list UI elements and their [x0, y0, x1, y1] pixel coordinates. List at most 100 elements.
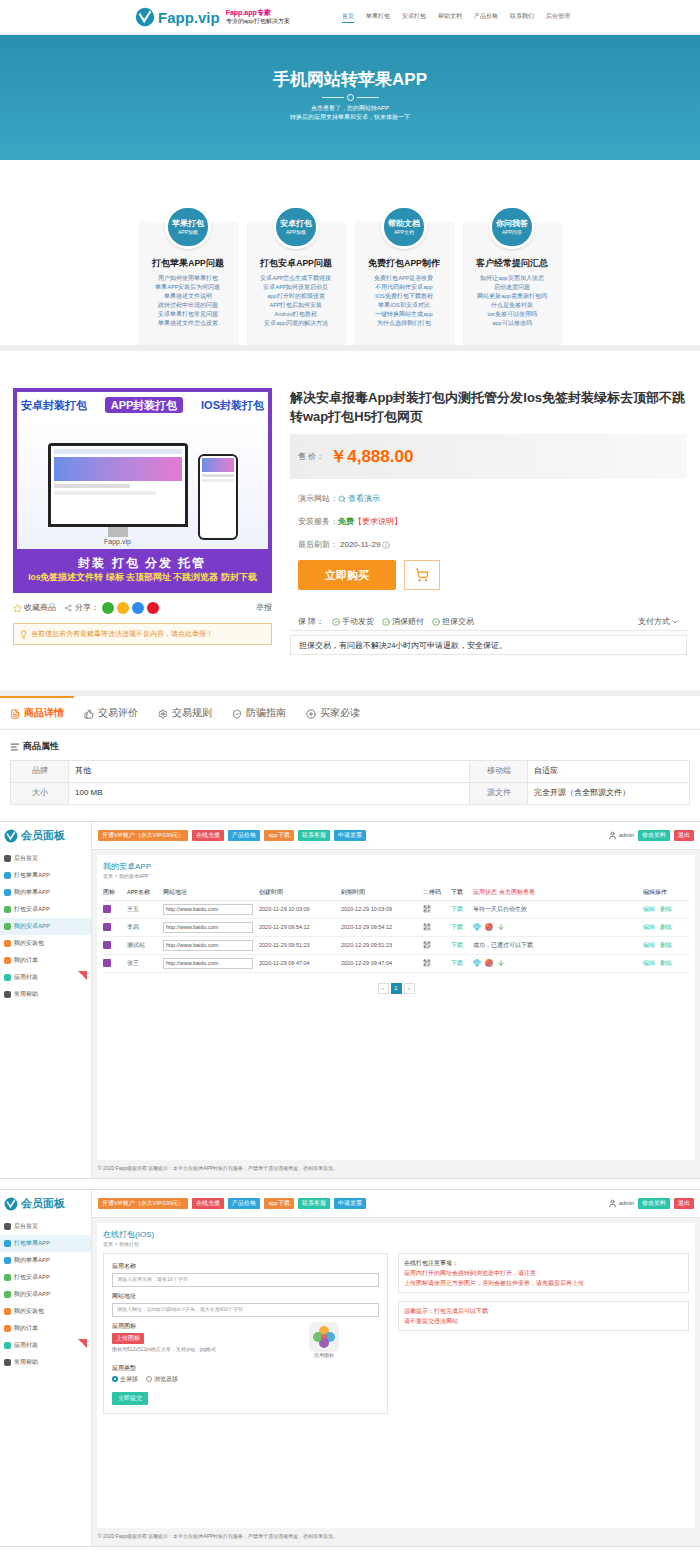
user-button[interactable]: 退出 — [674, 1198, 694, 1209]
diamond-icon[interactable] — [473, 959, 481, 967]
detail-tab[interactable]: 买家必读 — [296, 696, 370, 729]
warning-bar[interactable]: 当前信息若含有黄赌毒等违法违规不良内容，请点此举报！ — [13, 623, 272, 645]
help-link[interactable]: app可以修改吗 — [492, 319, 531, 328]
top-button[interactable]: 开通VIP账户（永久VIP/199元） — [98, 830, 188, 841]
detail-tab[interactable]: 防骗指南 — [222, 696, 296, 729]
top-button[interactable]: 开通VIP账户（永久VIP/199元） — [98, 1198, 188, 1209]
top-button[interactable]: 申请发票 — [334, 830, 366, 841]
type-radio[interactable]: 浏览器版 — [146, 1375, 178, 1383]
top-button[interactable]: 联系客服 — [298, 830, 330, 841]
sidebar-item[interactable]: 我的安装包 — [0, 935, 91, 952]
help-link[interactable]: IOS免费打包下载教程 — [375, 292, 432, 301]
sidebar-item[interactable]: 应用封装 — [0, 969, 91, 986]
row-actions[interactable]: 编辑 · 删除 — [643, 905, 689, 913]
url-field[interactable]: http://www.baidu.com — [163, 958, 253, 969]
sidebar-item[interactable]: 后台首页 — [0, 850, 91, 867]
buy-button[interactable]: 立即购买 — [298, 560, 396, 590]
download-link[interactable]: 下载 — [451, 959, 473, 967]
help-link[interactable]: 安卓苹果打包常见问题 — [158, 310, 218, 319]
download-arrow-icon[interactable] — [497, 959, 505, 967]
user-info[interactable]: admin — [608, 1199, 634, 1208]
row-actions[interactable]: 编辑 · 删除 — [643, 959, 689, 967]
url-field[interactable]: http://www.baidu.com — [163, 904, 253, 915]
top-button[interactable]: 联系客服 — [298, 1198, 330, 1209]
top-button[interactable]: 产品价格 — [228, 830, 260, 841]
upload-button[interactable]: 上传图标 — [112, 1333, 144, 1344]
report-link[interactable]: 举报 — [256, 602, 272, 614]
nav-item[interactable]: 产品价格 — [474, 12, 498, 22]
user-button[interactable]: 修改资料 — [638, 830, 670, 841]
nav-item[interactable]: 首页 — [342, 12, 354, 23]
help-link[interactable]: 跳转过程中出现的问题 — [158, 301, 218, 310]
help-badge[interactable]: 你问我答APP问答 — [489, 205, 535, 249]
nav-item[interactable]: 后台管理 — [546, 12, 570, 22]
sidebar-item[interactable]: 我的安装包 — [0, 1303, 91, 1320]
sidebar-item[interactable]: 常用帮助 — [0, 986, 91, 1003]
help-link[interactable]: 安卓APP怎么生成下载链接 — [260, 274, 331, 283]
sidebar-item[interactable]: 我的安卓APP — [0, 918, 91, 935]
share-channel-icon[interactable] — [147, 602, 159, 614]
sidebar-item[interactable]: 应用封装 — [0, 1337, 91, 1354]
help-link[interactable]: 免费打包APP是否收费 — [374, 274, 433, 283]
logo[interactable]: Fapp.vipFapp.app专家专业的app打包解决方案 — [135, 7, 290, 27]
page-button[interactable]: 1 — [391, 983, 402, 994]
sidebar-item[interactable]: 打包苹果APP — [0, 1235, 91, 1252]
help-link[interactable]: 为什么选择我们打包 — [377, 319, 431, 328]
help-link[interactable]: 一键转换网站生成app — [375, 310, 432, 319]
nav-item[interactable]: 帮助文档 — [438, 12, 462, 22]
help-link[interactable]: 不用代码制作安卓app — [375, 283, 432, 292]
user-button[interactable]: 退出 — [674, 830, 694, 841]
sidebar-item[interactable]: 我的订单 — [0, 1320, 91, 1337]
qr-code-icon[interactable] — [423, 959, 431, 967]
share-channel-icon[interactable] — [102, 602, 114, 614]
top-button[interactable]: app下载 — [264, 1198, 293, 1209]
help-link[interactable]: ios免签可以使用吗 — [487, 310, 536, 319]
sidebar-item[interactable]: 打包安卓APP — [0, 1269, 91, 1286]
top-button[interactable]: 在线充值 — [192, 1198, 224, 1209]
help-link[interactable]: 苹果描述文件怎么设置 — [158, 319, 218, 328]
top-button[interactable]: 产品价格 — [228, 1198, 260, 1209]
share-channel-icon[interactable] — [117, 602, 129, 614]
help-link[interactable]: 网站更新app需重新打包吗 — [477, 292, 546, 301]
top-button[interactable]: 在线充值 — [192, 830, 224, 841]
detail-tab[interactable]: 交易规则 — [148, 696, 222, 729]
help-link[interactable]: 用户如何使用苹果打包 — [158, 274, 218, 283]
row-actions[interactable]: 编辑 · 删除 — [643, 923, 689, 931]
page-button[interactable]: › — [404, 983, 415, 994]
detail-tab[interactable]: 商品详情 — [0, 696, 74, 729]
qr-code-icon[interactable] — [423, 905, 431, 913]
help-badge[interactable]: 苹果打包APP加载 — [165, 205, 211, 249]
help-link[interactable]: 安卓APP如何设置启动页 — [263, 283, 328, 292]
download-link[interactable]: 下载 — [451, 905, 473, 913]
qr-code-icon[interactable] — [423, 923, 431, 931]
payment-methods[interactable]: 支付方式 — [638, 616, 679, 627]
download-link[interactable]: 下载 — [451, 923, 473, 931]
sidebar-item[interactable]: 常用帮助 — [0, 1354, 91, 1371]
favorite-button[interactable]: 收藏商品 — [13, 602, 56, 614]
url-field[interactable]: http://www.baidu.com — [163, 940, 253, 951]
submit-button[interactable]: 立即提交 — [112, 1392, 148, 1405]
download-arrow-icon[interactable] — [497, 923, 505, 931]
detail-tab[interactable]: 交易评价 — [74, 696, 148, 729]
text-input[interactable]: 请输入网址，以http://或https://开头，最大长度400个字符 — [112, 1303, 379, 1317]
nav-item[interactable]: 苹果打包 — [366, 12, 390, 22]
help-link[interactable]: Android打包教程 — [275, 310, 318, 319]
sidebar-item[interactable]: 我的苹果APP — [0, 1252, 91, 1269]
top-button[interactable]: app下载 — [264, 830, 293, 841]
help-link[interactable]: APP打包后如何安装 — [269, 301, 322, 310]
help-link[interactable]: 启动速度问题 — [494, 283, 530, 292]
share-channel-icon[interactable] — [132, 602, 144, 614]
page-button[interactable]: ‹ — [378, 983, 389, 994]
help-link[interactable]: 如何让app页面加入状态 — [480, 274, 543, 283]
row-actions[interactable]: 编辑 · 删除 — [643, 941, 689, 949]
help-link[interactable]: 什么是免签封装 — [491, 301, 533, 310]
sidebar-item[interactable]: 后台首页 — [0, 1218, 91, 1235]
sidebar-item[interactable]: 打包安卓APP — [0, 901, 91, 918]
help-link[interactable]: 苹果IOS和安卓对比 — [378, 301, 429, 310]
type-radio[interactable]: 全屏版 — [112, 1375, 138, 1383]
sidebar-item[interactable]: 打包苹果APP — [0, 867, 91, 884]
sidebar-item[interactable]: 我的苹果APP — [0, 884, 91, 901]
demo-link[interactable]: 查看演示 — [338, 492, 380, 506]
cart-button[interactable] — [404, 560, 440, 590]
user-button[interactable]: 修改资料 — [638, 1198, 670, 1209]
